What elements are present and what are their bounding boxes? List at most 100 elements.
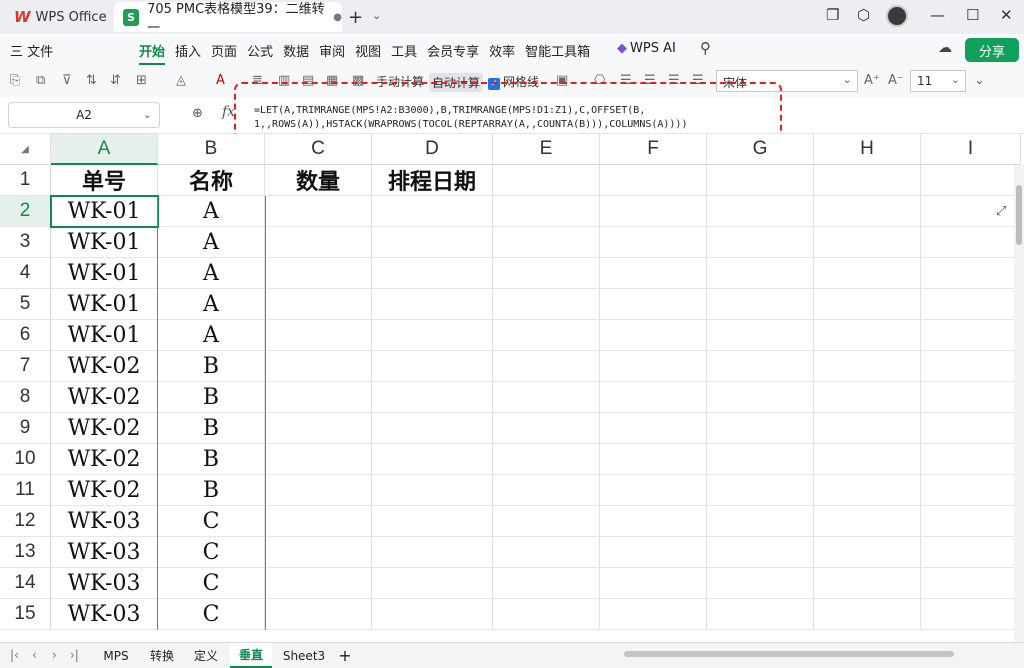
cell-b6[interactable]: A [158,320,265,351]
cell-b11[interactable]: B [158,475,265,506]
cell-h15[interactable] [814,599,921,630]
window-restore-icon[interactable]: ❐ [826,6,839,24]
font-family-select[interactable]: 宋体 ⌄ [716,70,858,92]
cell-b8[interactable]: B [158,382,265,413]
cell-e3[interactable] [493,227,600,258]
cell-c11[interactable] [265,475,372,506]
cell-d4[interactable] [372,258,493,289]
row-header-13[interactable]: 13 [0,537,51,568]
cell-a13[interactable]: WK-03 [51,537,158,568]
cell-g14[interactable] [707,568,814,599]
next-sheet-icon[interactable]: › [52,648,57,662]
cell-d6[interactable] [372,320,493,351]
cell-d2[interactable] [372,196,493,227]
row-header-10[interactable]: 10 [0,444,51,475]
row-header-5[interactable]: 5 [0,289,51,320]
cell-g9[interactable] [707,413,814,444]
decrease-font-icon[interactable]: A⁻ [888,73,904,88]
prev-sheet-icon[interactable]: ‹ [32,648,37,662]
cell-d13[interactable] [372,537,493,568]
cell-a8[interactable]: WK-02 [51,382,158,413]
cell-h7[interactable] [814,351,921,382]
wps-ai-button[interactable]: ◆ WPS AI [617,41,676,56]
cell-a4[interactable]: WK-01 [51,258,158,289]
close-icon[interactable]: ✕ [1000,6,1013,24]
row-header-8[interactable]: 8 [0,382,51,413]
column-header-h[interactable]: H [814,134,921,165]
cell-c14[interactable] [265,568,372,599]
cell-h3[interactable] [814,227,921,258]
cell-d3[interactable] [372,227,493,258]
cell-d12[interactable] [372,506,493,537]
row-header-15[interactable]: 15 [0,599,51,630]
cell-d7[interactable] [372,351,493,382]
cell-c5[interactable] [265,289,372,320]
cell-e1[interactable] [493,165,600,196]
column-header-e[interactable]: E [493,134,600,165]
cell-c12[interactable] [265,506,372,537]
cell-h2[interactable] [814,196,921,227]
cell-a6[interactable]: WK-01 [51,320,158,351]
row-icon[interactable]: ▤ [302,73,314,88]
row-header-2[interactable]: 2 [0,196,51,227]
cell-e11[interactable] [493,475,600,506]
cell-b7[interactable]: B [158,351,265,382]
cell-a5[interactable]: WK-01 [51,289,158,320]
cell-h1[interactable] [814,165,921,196]
column-header-i[interactable]: I [921,134,1021,165]
paste-icon[interactable]: ⧉ [36,73,45,88]
cell-a2[interactable]: WK-01 [51,196,158,227]
cell-i2[interactable] [921,196,1021,227]
tab-home[interactable]: 开始 [139,41,166,65]
cell-a11[interactable]: WK-02 [51,475,158,506]
cell-i6[interactable] [921,320,1021,351]
cell-h4[interactable] [814,258,921,289]
cell-i8[interactable] [921,382,1021,413]
cell-g1[interactable] [707,165,814,196]
cell-d10[interactable] [372,444,493,475]
column-header-b[interactable]: B [158,134,265,165]
cell-i10[interactable] [921,444,1021,475]
cell-h13[interactable] [814,537,921,568]
cell-g6[interactable] [707,320,814,351]
cell-e12[interactable] [493,506,600,537]
cell-c2[interactable] [265,196,372,227]
fill-color-icon[interactable]: ◬ [176,73,186,88]
cell-g13[interactable] [707,537,814,568]
cell-f9[interactable] [600,413,707,444]
select-all-corner[interactable]: ◢ [0,134,51,165]
auto-calc-button[interactable]: 自动计算 [429,73,484,92]
cell-g5[interactable] [707,289,814,320]
row-header-4[interactable]: 4 [0,258,51,289]
cell-b10[interactable]: B [158,444,265,475]
cell-g12[interactable] [707,506,814,537]
cell-f15[interactable] [600,599,707,630]
cell-h10[interactable] [814,444,921,475]
cell-d15[interactable] [372,599,493,630]
cell-a7[interactable]: WK-02 [51,351,158,382]
cell-a10[interactable]: WK-02 [51,444,158,475]
cell-b12[interactable]: C [158,506,265,537]
name-box[interactable]: A2 ⌄ [8,102,160,128]
vertical-scrollbar[interactable] [1014,165,1024,642]
tab-review[interactable]: 审阅 [319,41,345,65]
cell-b3[interactable]: A [158,227,265,258]
sort-desc-icon[interactable]: ⇵ [110,73,121,88]
row-header-1[interactable]: 1 [0,165,51,196]
row-header-12[interactable]: 12 [0,506,51,537]
cell-c15[interactable] [265,599,372,630]
new-tab-button[interactable]: + [348,7,363,28]
cell-e15[interactable] [493,599,600,630]
cell-d11[interactable] [372,475,493,506]
align-left-icon[interactable]: ☰ [620,73,632,88]
cell-e8[interactable] [493,382,600,413]
cell-i15[interactable] [921,599,1021,630]
tab-view[interactable]: 视图 [355,41,381,65]
wrap-icon[interactable]: ≣ [252,73,263,88]
spreadsheet-grid[interactable]: ◢ A B C D E F G H I 1 单号 名称 数量 排程日期 2 WK-01 A 3 WK-01 A 4 WK-… [0,134,1024,642]
cell-c6[interactable] [265,320,372,351]
cell-i1[interactable] [921,165,1021,196]
cell-c10[interactable] [265,444,372,475]
column-header-c[interactable]: C [265,134,372,165]
cell-f7[interactable] [600,351,707,382]
